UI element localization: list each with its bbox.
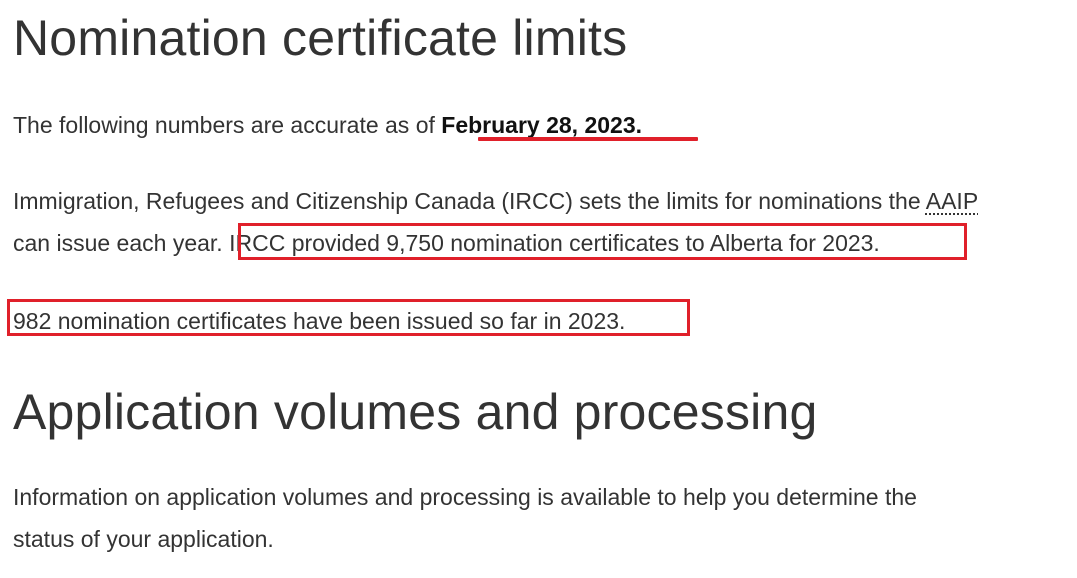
issued-highlight-box: [7, 299, 690, 336]
info-paragraph-line1: Information on application volumes and p…: [13, 484, 917, 510]
limits-text-continued: can issue each year.: [13, 230, 223, 256]
accuracy-prefix: The following numbers are accurate as of: [13, 112, 442, 138]
limits-highlight-box: [238, 223, 967, 260]
info-paragraph-line2: status of your application.: [13, 526, 274, 552]
aaip-abbreviation[interactable]: AAIP: [926, 188, 978, 214]
accuracy-date: February 28, 2023: [441, 112, 636, 138]
date-highlight-underline: [478, 137, 698, 141]
limits-paragraph-line1: Immigration, Refugees and Citizenship Ca…: [13, 180, 978, 222]
accuracy-period: .: [635, 112, 643, 138]
limits-text: Immigration, Refugees and Citizenship Ca…: [13, 188, 926, 214]
section-heading: Application volumes and processing: [13, 384, 818, 440]
page-title: Nomination certificate limits: [13, 10, 628, 66]
